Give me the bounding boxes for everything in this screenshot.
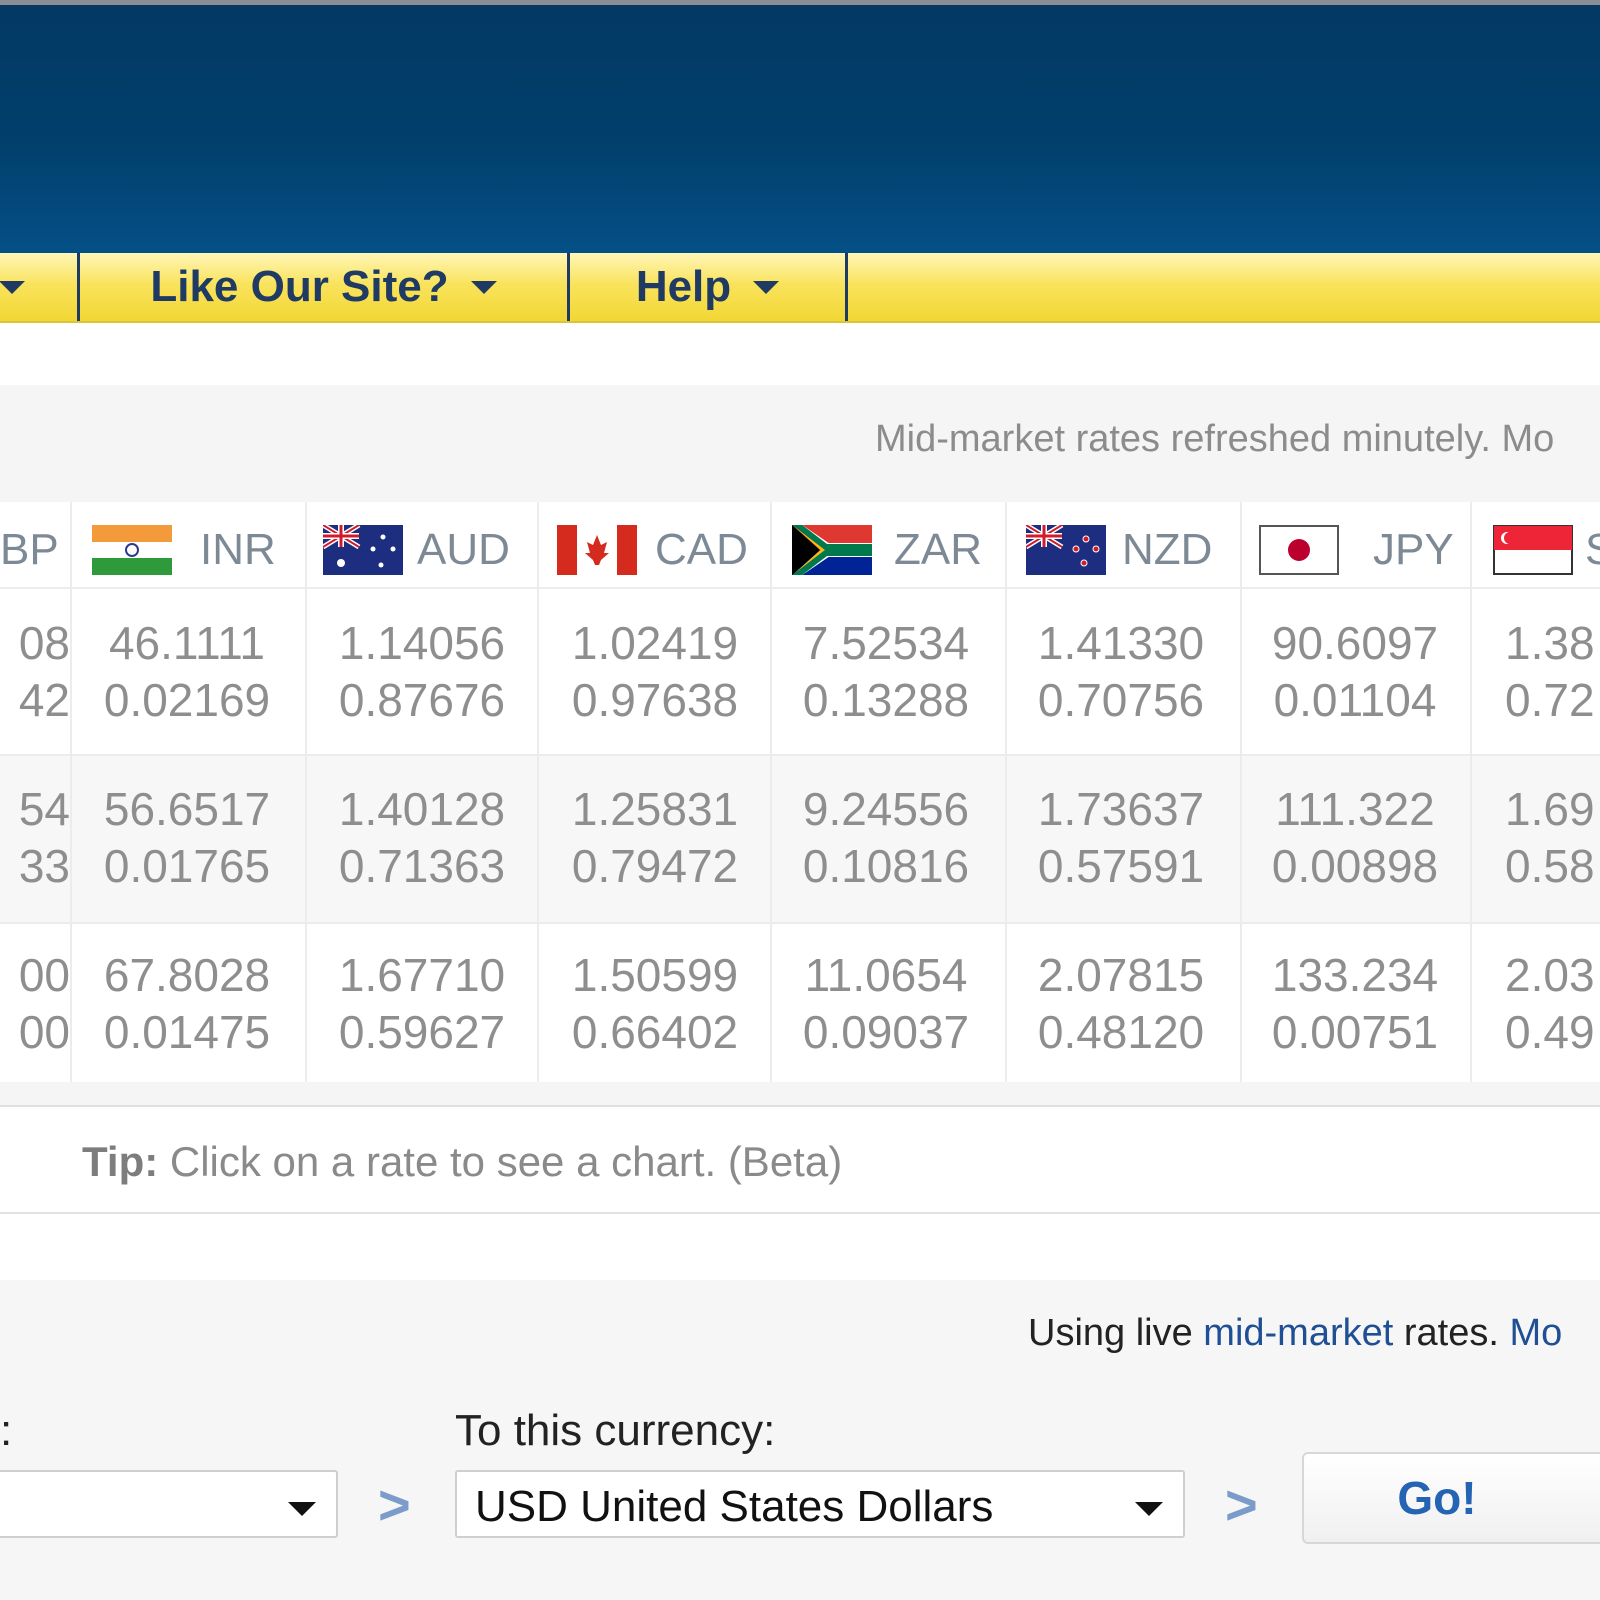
- rate-cell[interactable]: 54 33: [0, 781, 70, 895]
- rates-refresh-note: Mid-market rates refreshed minutely. Mo: [875, 418, 1555, 460]
- table-divider: [0, 922, 1600, 924]
- singapore-flag-icon: [1493, 524, 1573, 575]
- chevron-down-icon: [1135, 1502, 1163, 1516]
- column-header-aud[interactable]: AUD: [323, 512, 510, 587]
- currency-code: ZAR: [894, 524, 982, 574]
- rate-cell[interactable]: 2.03 0.49: [1505, 947, 1600, 1061]
- india-flag-icon: [92, 524, 172, 575]
- australia-flag-icon: [323, 524, 403, 575]
- column-header-gbp[interactable]: BP: [0, 512, 59, 587]
- rate-cell[interactable]: 1.67710 0.59627: [307, 947, 537, 1061]
- rate-cell[interactable]: 2.07815 0.48120: [1006, 947, 1236, 1061]
- currency-code: INR: [200, 524, 276, 574]
- rate-cell[interactable]: 1.14056 0.87676: [307, 615, 537, 729]
- main-nav: Like Our Site? Help: [0, 253, 1600, 323]
- currency-code: CAD: [655, 524, 748, 574]
- section-divider: [0, 1212, 1600, 1214]
- column-header-zar[interactable]: ZAR: [792, 512, 982, 587]
- chevron-down-icon: [753, 280, 780, 294]
- rate-cell[interactable]: 08 42: [0, 615, 70, 729]
- rate-cell[interactable]: 00 00: [0, 947, 70, 1061]
- mid-market-link[interactable]: mid-market: [1203, 1312, 1393, 1354]
- to-currency-select[interactable]: USD United States Dollars: [455, 1470, 1185, 1538]
- currency-code: JPY: [1373, 524, 1454, 574]
- currency-code: AUD: [417, 524, 510, 574]
- more-link[interactable]: Mo: [1509, 1312, 1562, 1354]
- column-divider: [1470, 502, 1472, 1082]
- rate-cell[interactable]: 11.0654 0.09037: [771, 947, 1001, 1061]
- column-header-jpy[interactable]: JPY: [1259, 512, 1454, 587]
- arrow-icon: >: [378, 1473, 411, 1536]
- rate-cell[interactable]: 133.234 0.00751: [1240, 947, 1470, 1061]
- currency-code: NZD: [1122, 524, 1213, 574]
- rate-cell[interactable]: 1.40128 0.71363: [307, 781, 537, 895]
- nav-divider: [845, 253, 848, 321]
- currency-code: BP: [0, 524, 59, 574]
- tip-text: Click on a rate to see a chart. (Beta): [158, 1138, 843, 1185]
- nav-item-label: Help: [635, 262, 732, 311]
- nav-item-label: Like Our Site?: [150, 262, 449, 311]
- site-header: [0, 5, 1600, 253]
- chevron-down-icon: [288, 1502, 316, 1516]
- from-currency-select[interactable]: [0, 1470, 338, 1538]
- rate-cell[interactable]: 1.73637 0.57591: [1006, 781, 1236, 895]
- rate-cell[interactable]: 9.24556 0.10816: [771, 781, 1001, 895]
- table-divider: [0, 754, 1600, 756]
- rate-cell[interactable]: 111.322 0.00898: [1240, 781, 1470, 895]
- to-currency-value: USD United States Dollars: [475, 1482, 994, 1531]
- tip-label: Tip:: [82, 1138, 159, 1185]
- nav-item-partial[interactable]: [0, 253, 25, 321]
- nav-item-like-our-site[interactable]: Like Our Site?: [80, 253, 567, 321]
- table-divider: [0, 587, 1600, 589]
- canada-flag-icon: [557, 524, 637, 575]
- rate-cell[interactable]: 1.38 0.72: [1505, 615, 1600, 729]
- arrow-icon: >: [1225, 1473, 1258, 1536]
- column-header-sgd[interactable]: S: [1493, 512, 1600, 587]
- chevron-down-icon: [0, 280, 25, 294]
- new-zealand-flag-icon: [1026, 524, 1106, 575]
- rate-cell[interactable]: 1.50599 0.66402: [540, 947, 770, 1061]
- chevron-down-icon: [470, 280, 497, 294]
- nav-item-help[interactable]: Help: [570, 253, 845, 321]
- rate-cell[interactable]: 1.02419 0.97638: [540, 615, 770, 729]
- chart-tip: Tip: Click on a rate to see a chart. (Be…: [82, 1138, 842, 1186]
- currency-code: S: [1585, 524, 1600, 574]
- column-divider: [537, 502, 539, 1082]
- rate-cell[interactable]: 46.1111 0.02169: [72, 615, 302, 729]
- rate-cell[interactable]: 90.6097 0.01104: [1240, 615, 1470, 729]
- go-button[interactable]: Go!: [1302, 1452, 1600, 1544]
- rate-cell[interactable]: 56.6517 0.01765: [72, 781, 302, 895]
- to-currency-label: To this currency:: [455, 1406, 776, 1455]
- column-header-nzd[interactable]: NZD: [1026, 512, 1212, 587]
- rate-cell[interactable]: 1.69 0.58: [1505, 781, 1600, 895]
- live-rates-note: Using live mid-market rates. Mo: [1028, 1312, 1563, 1354]
- rate-cell[interactable]: 67.8028 0.01475: [72, 947, 302, 1061]
- japan-flag-icon: [1259, 524, 1339, 575]
- column-header-inr[interactable]: INR: [92, 512, 276, 587]
- from-currency-label: :: [0, 1406, 13, 1455]
- rate-cell[interactable]: 1.25831 0.79472: [540, 781, 770, 895]
- south-africa-flag-icon: [792, 524, 872, 575]
- column-header-cad[interactable]: CAD: [557, 512, 748, 587]
- rate-cell[interactable]: 7.52534 0.13288: [771, 615, 1001, 729]
- rate-cell[interactable]: 1.41330 0.70756: [1006, 615, 1236, 729]
